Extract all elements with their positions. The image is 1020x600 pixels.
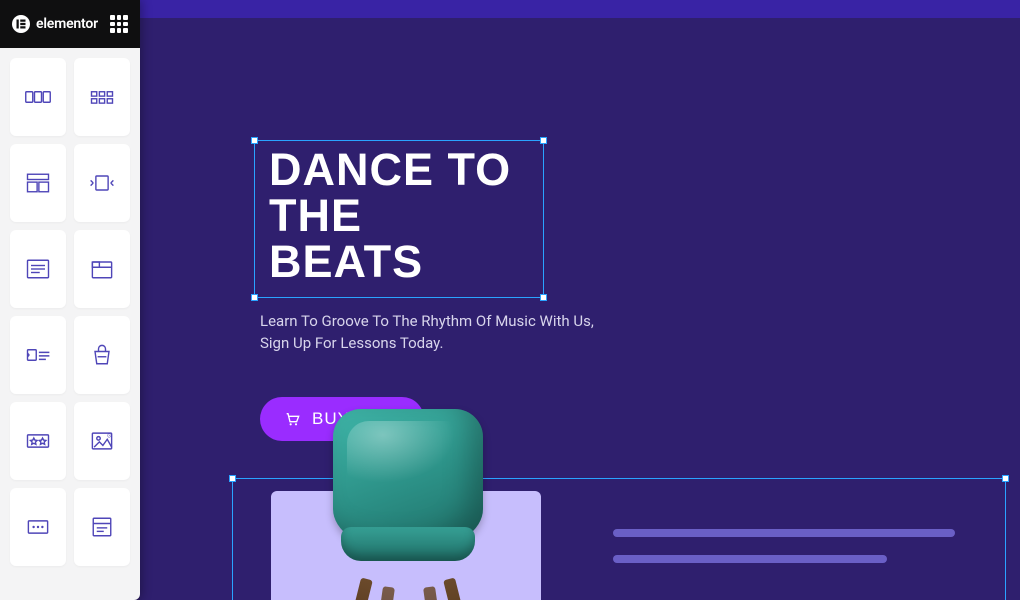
list-icon [24,255,52,283]
icon-box-widget[interactable] [74,316,130,394]
hero-subcopy[interactable]: Learn To Groove To The Rhythm Of Music W… [260,310,600,355]
resize-handle-tr[interactable] [1002,475,1009,482]
product-chair-image[interactable] [323,409,493,600]
svg-text:G: G [107,434,111,440]
headline-line2: the Beats [269,190,423,287]
placeholder-line [613,529,955,537]
accordion-widget[interactable] [10,316,66,394]
carousel-icon [88,169,116,197]
resize-handle-tl[interactable] [229,475,236,482]
canvas-top-bar [140,0,1020,18]
elementor-panel: elementor G [0,0,140,600]
hero-section[interactable]: Dance to the Beats Learn To Groove To Th… [260,140,680,441]
resize-handle-tl[interactable] [251,137,258,144]
hero-headline[interactable]: Dance to the Beats [269,147,529,285]
brand-text: elementor [36,16,98,32]
resize-handle-br[interactable] [540,294,547,301]
counter-icon [24,513,52,541]
layout-icon [24,169,52,197]
headline-line1: Dance to [269,144,511,195]
list-widget[interactable] [10,230,66,308]
grid-widget[interactable] [74,58,130,136]
columns-widget[interactable] [10,58,66,136]
cart-icon [284,411,300,427]
image-widget[interactable]: G [74,402,130,480]
image-icon: G [88,427,116,455]
form-widget[interactable] [74,488,130,566]
panel-header: elementor [0,0,140,48]
form-icon [88,513,116,541]
grid-icon [88,83,116,111]
resize-handle-bl[interactable] [251,294,258,301]
star-icon [24,427,52,455]
elementor-logo-icon [12,15,30,33]
rating-widget[interactable] [10,402,66,480]
accordion-icon [24,341,52,369]
tabs-icon [88,255,116,283]
layout-widget[interactable] [10,144,66,222]
counter-widget[interactable] [10,488,66,566]
brand: elementor [12,15,98,33]
product-section-selection[interactable] [232,478,1006,600]
heading-selection[interactable]: Dance to the Beats [254,140,544,298]
product-text-placeholder [613,529,955,581]
columns-icon [24,83,52,111]
tabs-widget[interactable] [74,230,130,308]
widgets-toggle-icon[interactable] [110,15,128,33]
placeholder-line [613,555,887,563]
resize-handle-tr[interactable] [540,137,547,144]
carousel-widget[interactable] [74,144,130,222]
widget-list: G [0,48,140,600]
shopping-bag-icon [88,341,116,369]
editor-canvas[interactable]: Dance to the Beats Learn To Groove To Th… [140,0,1020,600]
